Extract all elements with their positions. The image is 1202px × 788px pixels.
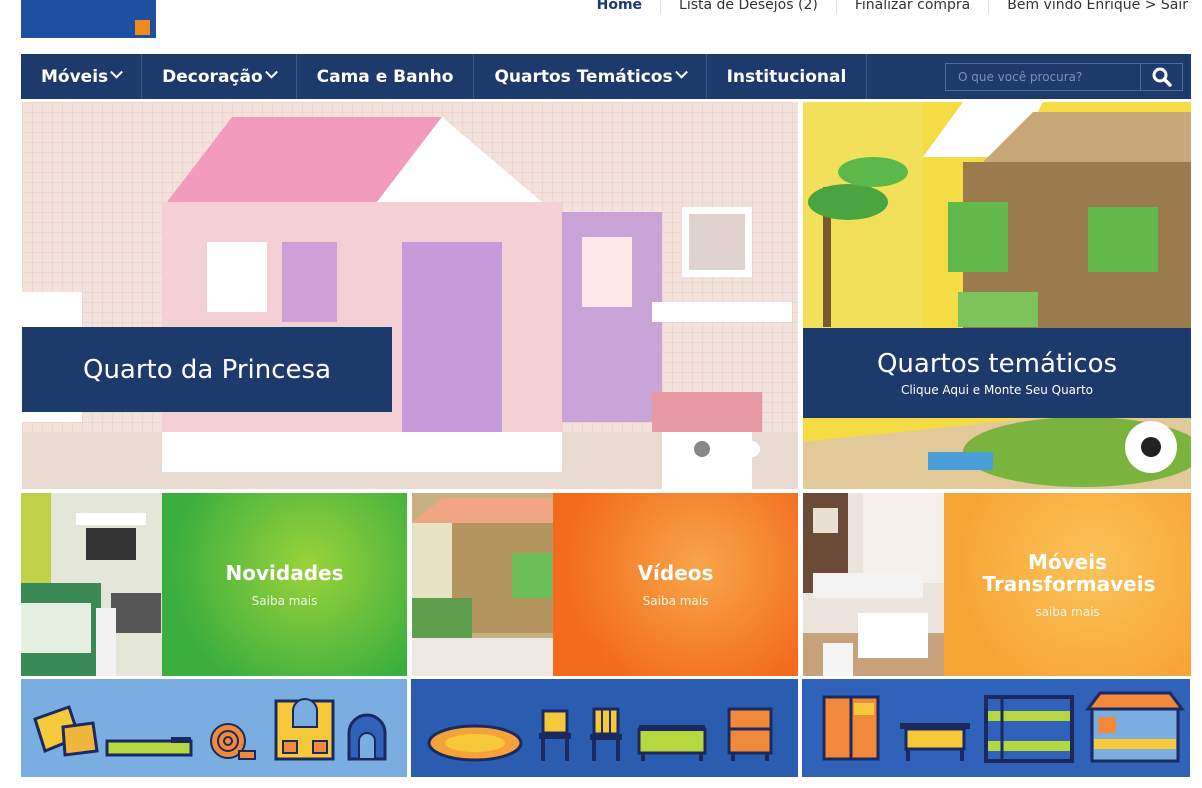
nav-item-label: Cama e Banho	[316, 66, 454, 87]
nightstand-icon[interactable]	[727, 707, 773, 761]
tile-title: Vídeos	[637, 560, 714, 585]
nav-item-cama-banho[interactable]: Cama e Banho	[297, 54, 475, 99]
top-link-checkout[interactable]: Finalizar compra	[835, 0, 988, 14]
side-banner[interactable]: Quartos temáticos Clique Aqui e Monte Se…	[803, 102, 1191, 489]
nav-item-decoracao[interactable]: Decoração	[142, 54, 297, 99]
tile-link[interactable]: saiba mais	[1035, 605, 1099, 619]
main-nav: Móveis Decoração Cama e Banho Quartos Te…	[21, 54, 1191, 99]
tile-novidades-panel: Novidades Saiba mais	[162, 493, 407, 676]
nav-item-institucional[interactable]: Institucional	[707, 54, 868, 99]
tile-title: Móveis Transformaveis	[982, 549, 1156, 596]
category-strip-moveis[interactable]	[411, 679, 798, 777]
tent-icon[interactable]	[347, 713, 387, 761]
oval-rug-icon[interactable]	[427, 724, 523, 762]
nav-item-quartos-tematicos[interactable]: Quartos Temáticos	[474, 54, 707, 99]
hero-caption[interactable]: Quarto da Princesa	[22, 327, 392, 412]
carousel-dots	[694, 441, 760, 457]
tile-photo	[21, 493, 162, 676]
search-box	[945, 63, 1183, 91]
nav-item-label: Móveis	[41, 66, 109, 87]
top-links: Home Lista de Desejos (2) Finalizar comp…	[579, 0, 1188, 14]
side-banner-image	[803, 102, 1191, 489]
tile-link[interactable]: Saiba mais	[643, 594, 709, 608]
side-banner-caption[interactable]: Quartos temáticos Clique Aqui e Monte Se…	[803, 328, 1191, 418]
nav-item-label: Quartos Temáticos	[494, 66, 673, 87]
chevron-down-icon	[110, 65, 124, 79]
category-strip-quartos[interactable]	[802, 679, 1190, 777]
tile-novidades[interactable]: Novidades Saiba mais	[21, 493, 407, 676]
search-input[interactable]	[945, 63, 1141, 91]
top-link-home[interactable]: Home	[579, 0, 660, 14]
side-banner-subtitle: Clique Aqui e Monte Seu Quarto	[900, 383, 1094, 397]
tile-title: Novidades	[225, 560, 344, 585]
tile-videos-panel: Vídeos Saiba mais	[553, 493, 798, 676]
mattress-icon[interactable]	[105, 737, 193, 757]
carousel-dot[interactable]	[719, 441, 735, 457]
nav-item-label: Institucional	[726, 66, 847, 87]
window-cabinet-icon[interactable]	[274, 698, 335, 761]
tile-videos[interactable]: Vídeos Saiba mais	[412, 493, 798, 676]
chair-icon[interactable]	[590, 707, 622, 761]
tile-photo	[412, 493, 553, 676]
top-link-wishlist[interactable]: Lista de Desejos (2)	[660, 0, 836, 14]
toy-box-icon[interactable]	[637, 725, 707, 761]
chair-icon[interactable]	[539, 709, 571, 761]
rug-roll-icon[interactable]	[210, 723, 256, 760]
tile-photo	[803, 493, 944, 676]
wardrobe-icon[interactable]	[822, 695, 880, 761]
nav-item-label: Decoração	[162, 66, 263, 87]
top-link-user[interactable]: Bem vindo Enrique > Sair	[988, 0, 1188, 14]
pillows-icon[interactable]	[33, 705, 99, 757]
house-bed-icon[interactable]	[1085, 691, 1185, 763]
desk-icon[interactable]	[900, 723, 970, 761]
bunk-bed-icon[interactable]	[984, 695, 1074, 763]
hero-title: Quarto da Princesa	[82, 354, 331, 385]
search-icon	[1152, 67, 1172, 87]
chevron-down-icon	[264, 65, 278, 79]
carousel-dot[interactable]	[694, 441, 710, 457]
carousel-dot[interactable]	[744, 441, 760, 457]
tile-link[interactable]: Saiba mais	[252, 594, 318, 608]
search-button[interactable]	[1141, 63, 1183, 91]
nav-item-moveis[interactable]: Móveis	[21, 54, 143, 99]
tile-moveis-transformaveis[interactable]: Móveis Transformaveis saiba mais	[803, 493, 1191, 676]
logo[interactable]	[21, 0, 156, 38]
category-strip-decoracao[interactable]	[21, 679, 407, 777]
chevron-down-icon	[674, 65, 688, 79]
side-banner-title: Quartos temáticos	[876, 349, 1118, 379]
hero-carousel[interactable]: Quarto da Princesa	[22, 102, 798, 489]
hero-image	[22, 102, 798, 489]
tile-moveis-transformaveis-panel: Móveis Transformaveis saiba mais	[944, 493, 1191, 676]
